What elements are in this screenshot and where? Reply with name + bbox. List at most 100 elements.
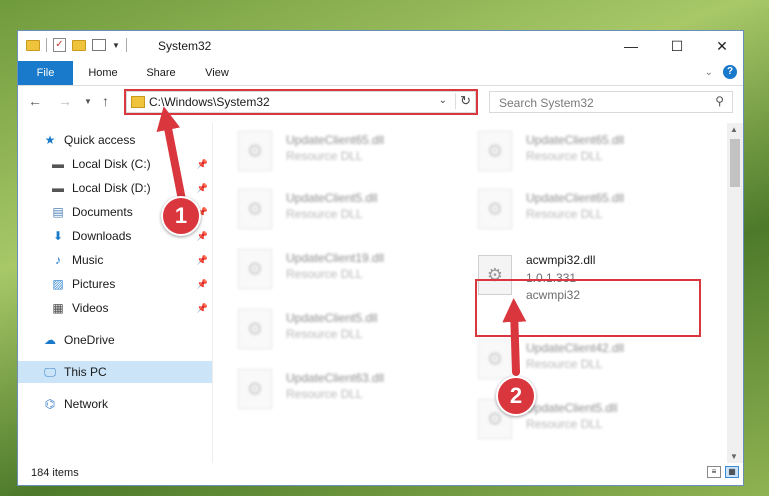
close-button[interactable]: ✕: [699, 31, 745, 61]
file-type: Resource DLL: [286, 387, 363, 401]
dll-gear-icon: ⚙: [238, 249, 272, 289]
sidebar-item-videos[interactable]: ▦ Videos 📌: [50, 297, 212, 319]
sidebar-item-label: Local Disk (D:): [72, 181, 151, 195]
sidebar-item-music[interactable]: ♪ Music 📌: [50, 249, 212, 271]
sidebar-item-label: This PC: [64, 365, 107, 379]
file-item[interactable]: ⚙ UpdateClient65.dll Resource DLL: [478, 129, 698, 177]
file-item[interactable]: ⚙ UpdateClient65.dll Resource DLL: [478, 187, 698, 235]
step-2-badge: 2: [496, 376, 536, 416]
file-item[interactable]: ⚙ UpdateClient19.dll Resource DLL: [238, 247, 458, 295]
dll-gear-icon: ⚙: [238, 131, 272, 171]
up-arrow-icon[interactable]: ↑: [102, 93, 109, 109]
minimize-button[interactable]: —: [608, 31, 654, 61]
file-item[interactable]: ⚙ UpdateClient5.dll Resource DLL: [238, 187, 458, 235]
dll-gear-icon: ⚙: [478, 339, 512, 379]
address-highlight-box: [124, 89, 478, 115]
drive-icon: ▬: [52, 181, 64, 195]
pin-icon: 📌: [196, 279, 208, 289]
dll-gear-icon: ⚙: [238, 309, 272, 349]
tab-view[interactable]: View: [194, 61, 240, 85]
file-highlight-box: [475, 279, 701, 337]
dll-gear-icon: ⚙: [478, 189, 512, 229]
pin-icon: 📌: [196, 231, 208, 241]
details-view-icon[interactable]: ≡: [707, 466, 721, 478]
sidebar-item-quick-access[interactable]: ★ Quick access: [42, 129, 212, 151]
help-icon[interactable]: ?: [723, 65, 737, 79]
recent-locations-chevron-icon[interactable]: ▼: [84, 97, 92, 106]
file-item[interactable]: ⚙ UpdateClient63.dll Resource DLL: [238, 367, 458, 415]
sidebar-item-label: Network: [64, 397, 109, 411]
tab-share[interactable]: Share: [136, 61, 186, 85]
pane-divider: [212, 123, 213, 463]
new-folder-icon[interactable]: [72, 39, 86, 51]
status-bar: 184 items ≡ ▦: [18, 463, 743, 485]
search-input[interactable]: Search System32: [499, 96, 594, 110]
sidebar-item-label: Videos: [72, 301, 109, 315]
file-name: UpdateClient5.dll: [286, 191, 378, 205]
back-arrow-icon[interactable]: ←: [28, 93, 42, 109]
file-name: UpdateClient19.dll: [286, 251, 385, 265]
scroll-up-icon[interactable]: ▲: [730, 125, 738, 134]
file-type: Resource DLL: [286, 267, 363, 281]
sidebar-item-this-pc[interactable]: 🖵 This PC: [18, 361, 212, 383]
file-name: UpdateClient63.dll: [286, 371, 385, 385]
sidebar-item-network[interactable]: ⌬ Network: [42, 393, 212, 415]
scroll-thumb[interactable]: [730, 139, 740, 187]
pin-icon: 📌: [196, 183, 208, 193]
sidebar-item-onedrive[interactable]: ☁ OneDrive: [42, 329, 212, 351]
navigation-pane: ★ Quick access ▬ Local Disk (C:) 📌 ▬ Loc…: [18, 123, 212, 463]
pin-icon: 📌: [196, 303, 208, 313]
sidebar-item-local-disk-c[interactable]: ▬ Local Disk (C:) 📌: [50, 153, 212, 175]
dll-gear-icon: ⚙: [478, 131, 512, 171]
file-item[interactable]: ⚙ UpdateClient65.dll Resource DLL: [238, 129, 458, 177]
music-icon: ♪: [55, 253, 61, 267]
sidebar-item-label: Quick access: [64, 133, 136, 147]
computer-icon: 🖵: [44, 365, 56, 379]
pin-icon: 📌: [196, 159, 208, 169]
drive-icon: ▬: [52, 157, 64, 171]
search-box[interactable]: Search System32 ⚲: [489, 91, 733, 113]
window-title: System32: [158, 39, 212, 53]
step-1-badge: 1: [161, 196, 201, 236]
tab-file[interactable]: File: [18, 61, 73, 85]
customize-toolbar-chevron-icon[interactable]: ▼: [112, 41, 120, 50]
sidebar-item-pictures[interactable]: ▨ Pictures 📌: [50, 273, 212, 295]
vertical-scrollbar[interactable]: ▲ ▼: [727, 123, 743, 463]
file-type: Resource DLL: [286, 207, 363, 221]
file-name: UpdateClient5.dll: [286, 311, 378, 325]
sidebar-item-label: Pictures: [72, 277, 116, 291]
navigation-bar: ← → ▼ ↑ C:\Windows\System32 ⌄ ↻ Search S…: [18, 87, 743, 119]
search-icon[interactable]: ⚲: [715, 94, 724, 108]
file-type: Resource DLL: [526, 207, 603, 221]
maximize-button[interactable]: ☐: [654, 31, 700, 61]
sidebar-item-label: Local Disk (C:): [72, 157, 151, 171]
folder-icon[interactable]: [26, 39, 40, 51]
item-count: 184 items: [31, 467, 79, 479]
sidebar-item-label: Downloads: [72, 229, 132, 243]
properties-check-icon[interactable]: ✓: [53, 38, 66, 52]
file-name: acwmpi32.dll: [526, 253, 596, 267]
file-name: UpdateClient65.dll: [286, 133, 385, 147]
file-name: UpdateClient5.dll: [526, 401, 618, 415]
tiles-view-icon[interactable]: ▦: [725, 466, 739, 478]
sidebar-item-local-disk-d[interactable]: ▬ Local Disk (D:) 📌: [50, 177, 212, 199]
video-icon: ▦: [52, 301, 64, 315]
file-type: Resource DLL: [526, 357, 603, 371]
file-type: Resource DLL: [526, 417, 603, 431]
file-name: UpdateClient42.dll: [526, 341, 625, 355]
forward-arrow-icon[interactable]: →: [58, 93, 72, 109]
file-item[interactable]: ⚙ UpdateClient5.dll Resource DLL: [238, 307, 458, 355]
dll-gear-icon: ⚙: [238, 369, 272, 409]
pictures-icon: ▨: [52, 277, 64, 291]
cloud-icon: ☁: [44, 333, 56, 347]
file-explorer-window: ✓ ▼ System32 — ☐ ✕ File Home Share View …: [17, 30, 744, 486]
title-bar: ✓ ▼ System32 — ☐ ✕: [18, 31, 743, 61]
scroll-down-icon[interactable]: ▼: [730, 452, 738, 461]
dll-gear-icon: ⚙: [238, 189, 272, 229]
file-name: UpdateClient65.dll: [526, 133, 625, 147]
tab-home[interactable]: Home: [78, 61, 128, 85]
view-props-icon[interactable]: [92, 39, 106, 51]
toolbar-divider: [125, 38, 127, 52]
sidebar-item-label: Music: [72, 253, 104, 267]
expand-ribbon-chevron-icon[interactable]: ⌄: [705, 67, 713, 78]
